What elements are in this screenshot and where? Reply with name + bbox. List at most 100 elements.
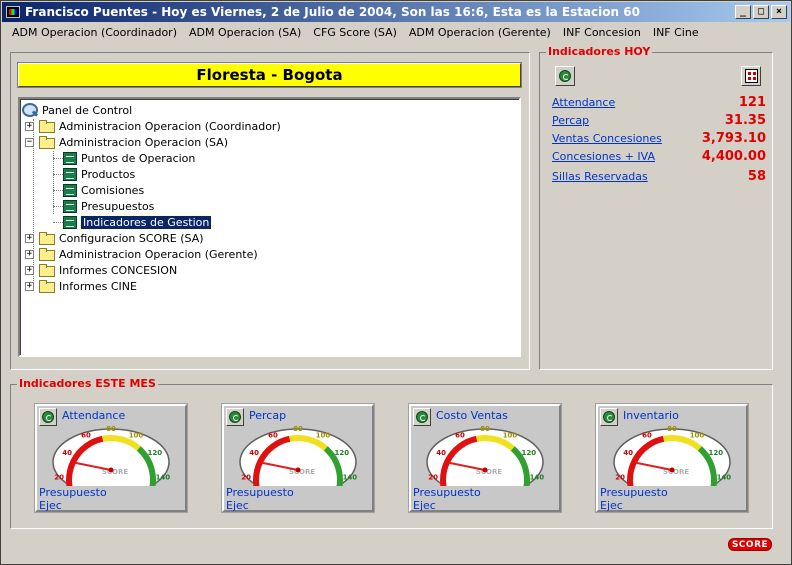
tree-item-label: Administracion Operacion (Coordinador) — [59, 119, 281, 133]
tree-item-adm-coordinador[interactable]: + Administracion Operacion (Coordinador) — [25, 118, 281, 134]
tree-connector — [53, 206, 63, 207]
indicator-value-percap: 31.35 — [724, 112, 766, 128]
menu-adm-sa[interactable]: ADM Operacion (SA) — [183, 26, 307, 39]
refresh-button[interactable] — [555, 66, 575, 86]
collapse-icon[interactable]: − — [25, 137, 34, 147]
close-button[interactable]: × — [771, 5, 787, 19]
location-banner: Floresta - Bogota — [17, 62, 522, 88]
tree-item-adm-sa[interactable]: − Administracion Operacion (SA) — [25, 134, 228, 150]
menu-adm-gerente[interactable]: ADM Operacion (Gerente) — [403, 26, 557, 39]
tree-root-label: Panel de Control — [42, 103, 133, 117]
gauge-scale-label: 100 — [503, 431, 518, 439]
gauge-scale-label: 120 — [335, 449, 350, 457]
tree-item-adm-gerente[interactable]: + Administracion Operacion (Gerente) — [25, 246, 258, 262]
indicator-link-attendance[interactable]: Attendance — [552, 96, 615, 109]
window-title: Francisco Puentes - Hoy es Viernes, 2 de… — [25, 5, 640, 19]
indicator-row-ventas: Ventas Concesiones 3,793.10 — [552, 130, 766, 146]
tree-item-label: Presupuestos — [81, 199, 155, 213]
title-bar[interactable]: Francisco Puentes - Hoy es Viernes, 2 de… — [2, 2, 790, 22]
gauge-title: Attendance — [62, 409, 126, 422]
gauge-exec-label: Ejec — [413, 499, 436, 512]
gauge-dial: 020406080100120140160SCORE — [52, 426, 170, 486]
expand-icon[interactable]: + — [25, 233, 34, 243]
refresh-icon — [229, 411, 241, 423]
indicator-row-sillas: Sillas Reservadas 58 — [552, 168, 766, 184]
gauge-scale-label: 40 — [623, 449, 633, 457]
gauge-scale-label: 100 — [129, 431, 144, 439]
minimize-button[interactable]: _ — [735, 5, 751, 19]
module-icon — [63, 167, 77, 181]
indicator-row-concesiones-iva: Concesiones + IVA 4,400.00 — [552, 148, 766, 164]
tree-item-puntos-operacion[interactable]: Puntos de Operacion — [63, 150, 195, 166]
gauge-budget-label: Presupuesto — [226, 486, 294, 499]
indicator-link-percap[interactable]: Percap — [552, 114, 589, 127]
gauge-refresh-button[interactable] — [226, 408, 244, 426]
gauge-refresh-button[interactable] — [39, 408, 57, 426]
refresh-icon — [42, 411, 54, 423]
tree-item-label: Configuracion SCORE (SA) — [59, 231, 204, 245]
gauge-scale-label: 20 — [428, 474, 438, 482]
tree-item-comisiones[interactable]: Comisiones — [63, 182, 144, 198]
tree-item-indicadores-gestion[interactable]: Indicadores de Gestion — [63, 214, 213, 230]
gauge-scale-label: 140 — [717, 474, 732, 482]
gauge-card-costo-ventas: Costo Ventas 020406080100120140160SCORE … — [408, 403, 562, 513]
indicator-link-ventas[interactable]: Ventas Concesiones — [552, 132, 662, 145]
calculator-icon — [745, 69, 758, 83]
gauge-scale-label: 80 — [106, 426, 116, 433]
gauge-dial: 020406080100120140160SCORE — [426, 426, 544, 486]
gauge-exec-label: Ejec — [39, 499, 62, 512]
folder-icon — [39, 120, 55, 133]
indicator-value-sillas: 58 — [747, 168, 766, 184]
open-folder-icon — [39, 136, 55, 149]
gauge-scale-label: 120 — [148, 449, 163, 457]
gauge-title: Percap — [249, 409, 287, 422]
score-logo: SCORE — [728, 538, 772, 551]
tree-item-label-selected: Indicadores de Gestion — [79, 214, 213, 230]
menu-adm-coordinador[interactable]: ADM Operacion (Coordinador) — [6, 26, 183, 39]
maximize-button[interactable]: □ — [753, 5, 769, 19]
tree-item-informes-concesion[interactable]: + Informes CONCESION — [25, 262, 177, 278]
gauge-exec-label: Ejec — [600, 499, 623, 512]
tree-connector — [53, 190, 63, 191]
expand-icon[interactable]: + — [25, 249, 34, 259]
gauge-budget-label: Presupuesto — [39, 486, 107, 499]
tree-item-label: Informes CONCESION — [59, 263, 178, 277]
gauge-scale-label: 40 — [62, 449, 72, 457]
refresh-icon — [603, 411, 615, 423]
gauge-refresh-button[interactable] — [600, 408, 618, 426]
gauge-card-inventario: Inventario 020406080100120140160SCORE Pr… — [595, 403, 749, 513]
app-icon[interactable] — [6, 6, 20, 18]
gauge-card-percap: Percap 020406080100120140160SCORE Presup… — [221, 403, 375, 513]
indicator-row-percap: Percap 31.35 — [552, 112, 766, 128]
tree-connector — [53, 151, 54, 214]
menu-inf-concesion[interactable]: INF Concesion — [557, 26, 647, 39]
calculator-button[interactable] — [741, 66, 761, 86]
tree-connector — [53, 158, 63, 159]
main-window: Francisco Puentes - Hoy es Viernes, 2 de… — [0, 0, 792, 565]
folder-icon — [39, 232, 55, 245]
gauge-scale-label: 80 — [667, 426, 677, 433]
indicator-value-concesiones-iva: 4,400.00 — [701, 148, 766, 164]
indicator-link-concesiones-iva[interactable]: Concesiones + IVA — [552, 150, 655, 163]
gauge-needle-hub — [482, 467, 488, 473]
expand-icon[interactable]: + — [25, 265, 34, 275]
tree-root[interactable]: Panel de Control — [22, 102, 132, 118]
menu-cfg-score[interactable]: CFG Score (SA) — [307, 26, 403, 39]
tree-item-informes-cine[interactable]: + Informes CINE — [25, 278, 137, 294]
tree-item-productos[interactable]: Productos — [63, 166, 135, 182]
folder-icon — [39, 248, 55, 261]
gauge-scale-label: 120 — [522, 449, 537, 457]
indicator-link-sillas[interactable]: Sillas Reservadas — [552, 170, 648, 183]
gauge-scale-label: 100 — [690, 431, 705, 439]
gauge-scale-label: 140 — [343, 474, 358, 482]
expand-icon[interactable]: + — [25, 121, 34, 131]
expand-icon[interactable]: + — [25, 281, 34, 291]
indicadores-hoy-title: Indicadores HOY — [546, 45, 653, 58]
gauge-needle-hub — [295, 467, 301, 473]
gauge-refresh-button[interactable] — [413, 408, 431, 426]
control-tree[interactable]: Panel de Control + Administracion Operac… — [18, 97, 521, 357]
tree-item-cfg-score[interactable]: + Configuracion SCORE (SA) — [25, 230, 204, 246]
menu-inf-cine[interactable]: INF Cine — [647, 26, 705, 39]
tree-item-presupuestos[interactable]: Presupuestos — [63, 198, 154, 214]
module-icon — [63, 151, 77, 165]
